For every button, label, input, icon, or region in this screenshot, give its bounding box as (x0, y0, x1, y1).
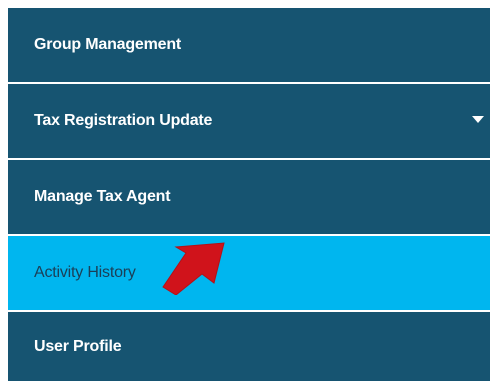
menu-item-user-profile[interactable]: User Profile (8, 312, 490, 381)
menu-item-tax-registration-update[interactable]: Tax Registration Update (8, 84, 490, 158)
menu-item-group-management[interactable]: Group Management (8, 8, 490, 82)
menu-item-manage-tax-agent[interactable]: Manage Tax Agent (8, 160, 490, 234)
caret-down-icon[interactable] (472, 116, 484, 123)
menu-item-label: Tax Registration Update (34, 112, 213, 129)
menu-item-activity-history[interactable]: Activity History (8, 236, 490, 310)
menu-item-label: Activity History (34, 264, 136, 281)
sidebar-menu: Group Management Tax Registration Update… (8, 8, 490, 381)
menu-item-label: Manage Tax Agent (34, 188, 171, 205)
red-arrow-icon (162, 242, 225, 295)
menu-item-label: User Profile (34, 337, 122, 355)
menu-item-label: Group Management (34, 36, 182, 53)
